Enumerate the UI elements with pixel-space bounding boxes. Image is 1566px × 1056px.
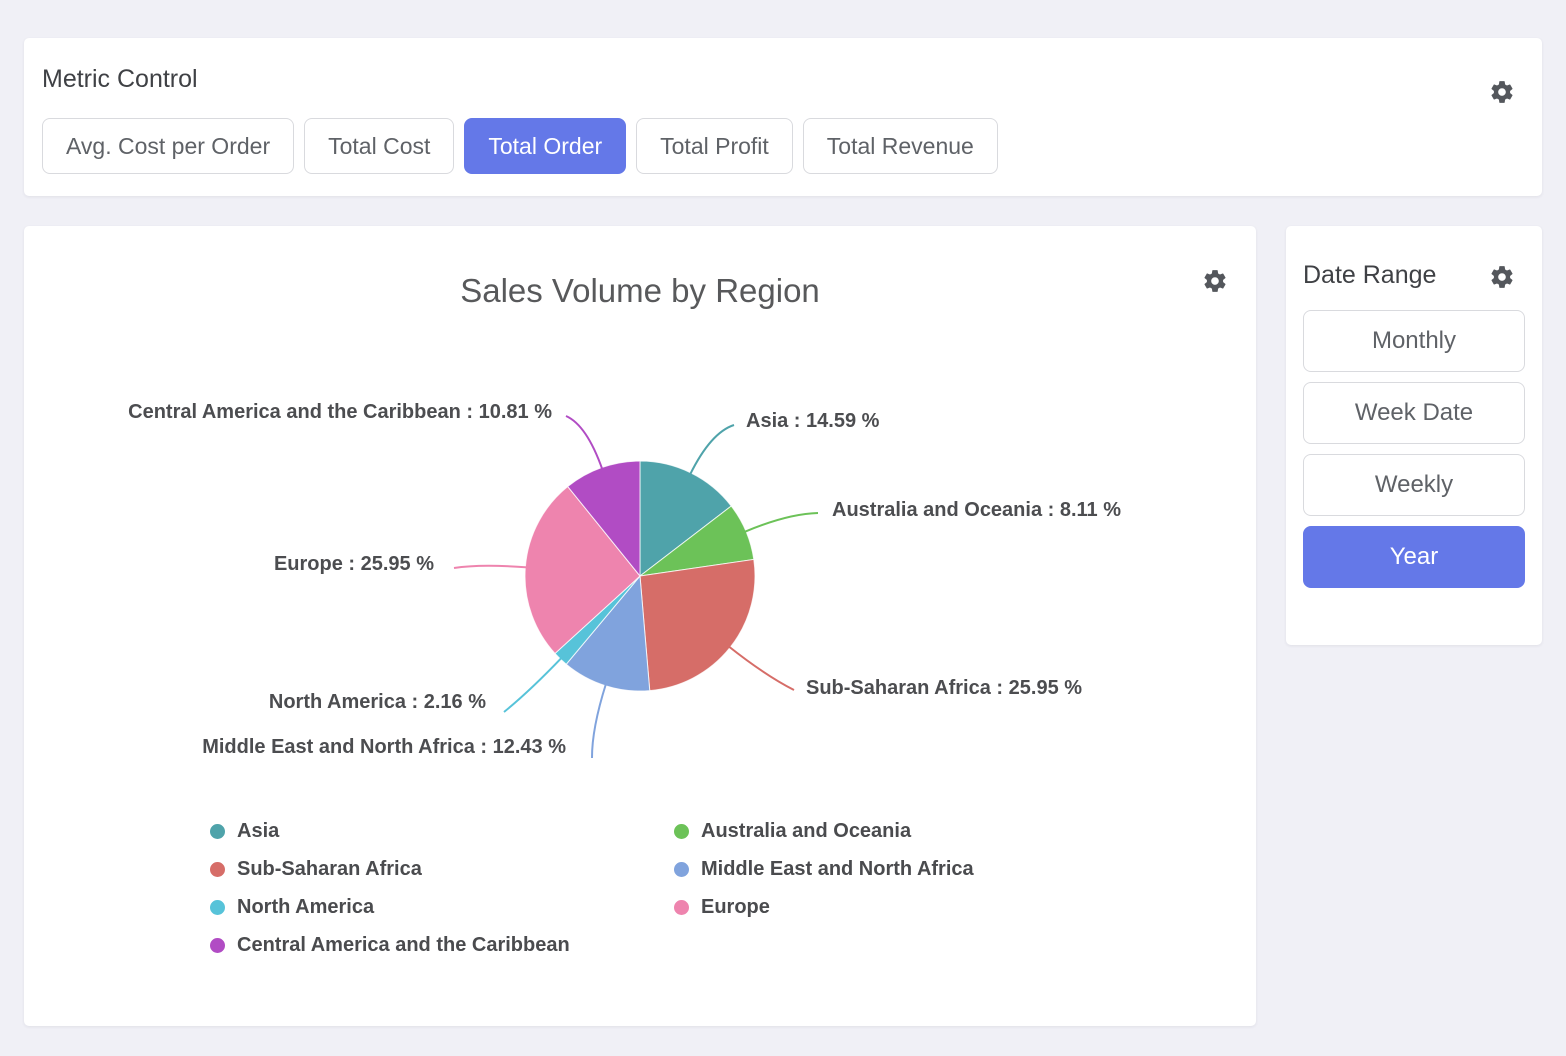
legend-label: Asia xyxy=(237,820,279,843)
legend-dot-icon xyxy=(210,900,225,915)
metric-button-total-order[interactable]: Total Order xyxy=(464,118,626,174)
date-button-weekly[interactable]: Weekly xyxy=(1303,454,1525,516)
legend-label: Australia and Oceania xyxy=(701,820,911,843)
legend-item-sub-saharan-africa[interactable]: Sub-Saharan Africa xyxy=(210,857,674,881)
sales-volume-chart-panel: Sales Volume by Region Asia : 14.59 % Au… xyxy=(24,226,1256,1026)
legend-dot-icon xyxy=(210,824,225,839)
pie-callout-europe: Europe : 25.95 % xyxy=(274,552,434,576)
metric-button-total-profit[interactable]: Total Profit xyxy=(636,118,793,174)
date-range-buttons: Monthly Week Date Weekly Year xyxy=(1303,310,1525,588)
legend-dot-icon xyxy=(674,900,689,915)
legend-dot-icon xyxy=(210,938,225,953)
legend-item-asia[interactable]: Asia xyxy=(210,819,674,843)
date-range-panel: Date Range Monthly Week Date Weekly Year xyxy=(1286,226,1542,645)
pie-callout-middle-east-north-africa: Middle East and North Africa : 12.43 % xyxy=(202,735,566,759)
legend-item-australia-and-oceania[interactable]: Australia and Oceania xyxy=(674,819,974,843)
pie-label-line-3 xyxy=(592,684,606,758)
dashboard-page: Metric Control Avg. Cost per Order Total… xyxy=(0,0,1566,1056)
legend-item-north-america[interactable]: North America xyxy=(210,895,674,919)
metric-button-avg-cost-per-order[interactable]: Avg. Cost per Order xyxy=(42,118,294,174)
legend-label: Central America and the Caribbean xyxy=(237,934,570,957)
metric-button-total-cost[interactable]: Total Cost xyxy=(304,118,454,174)
legend-item-middle-east-north-africa[interactable]: Middle East and North Africa xyxy=(674,857,974,881)
legend-label: Sub-Saharan Africa xyxy=(237,858,422,881)
pie-label-line-0 xyxy=(690,425,734,475)
pie-callout-australia-and-oceania: Australia and Oceania : 8.11 % xyxy=(832,498,1121,522)
pie-callout-central-america-caribbean: Central America and the Caribbean : 10.8… xyxy=(128,400,552,424)
pie-callout-asia: Asia : 14.59 % xyxy=(746,409,879,433)
metric-control-title: Metric Control xyxy=(42,64,1516,94)
pie-slice-2[interactable] xyxy=(640,559,755,690)
date-button-monthly[interactable]: Monthly xyxy=(1303,310,1525,372)
pie-label-line-2 xyxy=(729,646,794,690)
legend-label: Europe xyxy=(701,896,770,919)
legend-item-europe[interactable]: Europe xyxy=(674,895,974,919)
legend-dot-icon xyxy=(674,824,689,839)
gear-icon[interactable] xyxy=(1489,79,1515,105)
pie-callout-sub-saharan-africa: Sub-Saharan Africa : 25.95 % xyxy=(806,676,1082,700)
pie-label-line-4 xyxy=(504,658,562,712)
pie-label-line-6 xyxy=(566,416,602,469)
pie-callout-north-america: North America : 2.16 % xyxy=(269,690,486,714)
gear-icon[interactable] xyxy=(1489,264,1515,290)
metric-button-total-revenue[interactable]: Total Revenue xyxy=(803,118,998,174)
metric-button-row: Avg. Cost per Order Total Cost Total Ord… xyxy=(42,118,1516,174)
legend-label: North America xyxy=(237,896,374,919)
legend-dot-icon xyxy=(210,862,225,877)
pie-label-line-1 xyxy=(744,513,818,532)
legend-dot-icon xyxy=(674,862,689,877)
legend-label: Middle East and North Africa xyxy=(701,858,974,881)
chart-legend: Asia Australia and Oceania Sub-Saharan A… xyxy=(210,819,974,957)
metric-control-panel: Metric Control Avg. Cost per Order Total… xyxy=(24,38,1542,196)
date-button-week-date[interactable]: Week Date xyxy=(1303,382,1525,444)
legend-item-central-america-caribbean[interactable]: Central America and the Caribbean xyxy=(210,933,674,957)
date-button-year[interactable]: Year xyxy=(1303,526,1525,588)
pie-label-line-5 xyxy=(454,566,527,568)
